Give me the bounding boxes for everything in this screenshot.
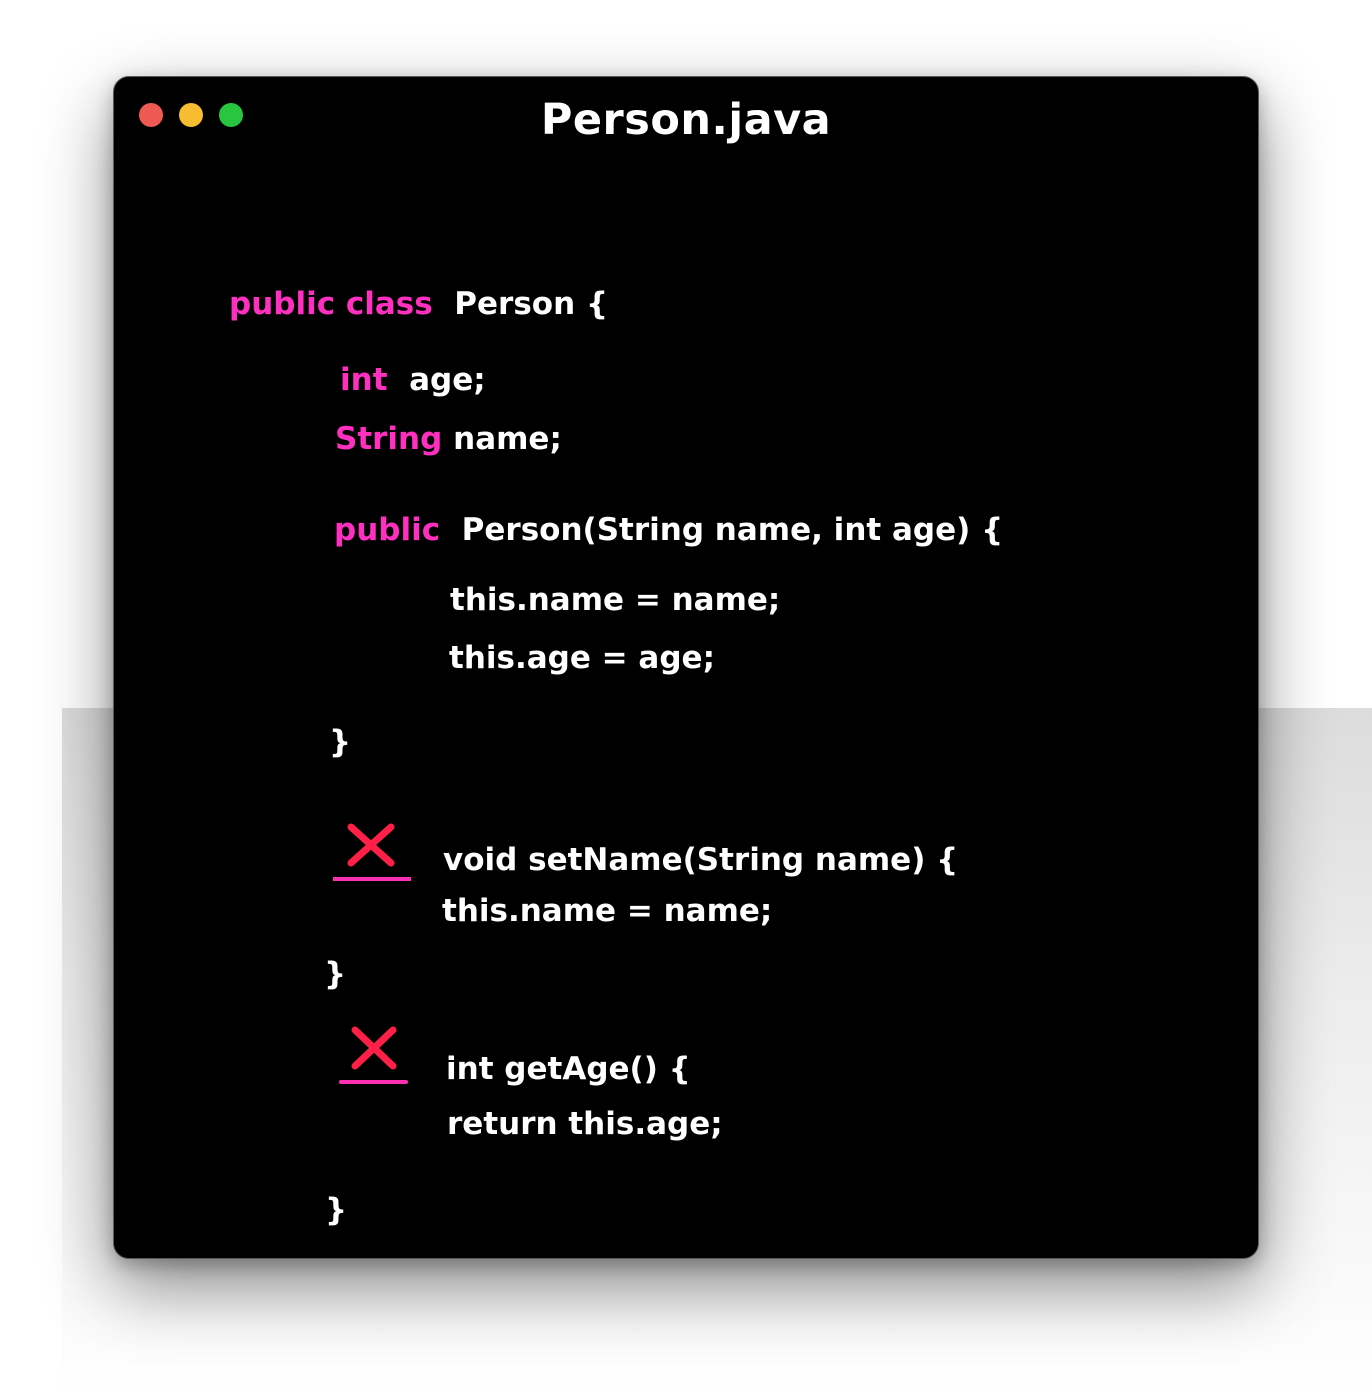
field-name-type: String <box>335 421 443 457</box>
getter-body: return this.age; <box>447 1106 723 1142</box>
setter-close-brace: } <box>324 956 347 992</box>
setter-signature: void setName(String name) { <box>443 842 959 878</box>
constructor-body-line-1: this.name = name; <box>450 582 781 618</box>
field-age-line: int age; <box>340 365 486 396</box>
constructor-body-line-2: this.age = age; <box>449 640 715 676</box>
cross-mark-icon <box>333 823 411 885</box>
field-name-name: name; <box>453 421 562 457</box>
page: Person.java public class Person { int ag… <box>0 0 1372 1400</box>
code-window: Person.java public class Person { int ag… <box>113 76 1259 1259</box>
window-title: Person.java <box>540 95 832 145</box>
constructor-close-brace: } <box>329 724 352 760</box>
constructor-line: public Person(String name, int age) { <box>334 515 1003 546</box>
constructor-keyword: public <box>334 512 441 548</box>
class-declaration-line: public class Person { <box>229 289 608 320</box>
class-keywords: public class <box>229 286 433 322</box>
field-age-name: age; <box>409 362 486 398</box>
class-name: Person { <box>454 286 609 322</box>
setter-body: this.name = name; <box>442 893 773 929</box>
getter-close-brace: } <box>325 1192 348 1228</box>
getter-signature: int getAge() { <box>446 1051 691 1087</box>
field-name-line: String name; <box>335 424 562 455</box>
cross-mark-icon <box>339 1026 417 1088</box>
field-age-type: int <box>340 362 388 398</box>
constructor-signature: Person(String name, int age) { <box>461 512 1004 548</box>
